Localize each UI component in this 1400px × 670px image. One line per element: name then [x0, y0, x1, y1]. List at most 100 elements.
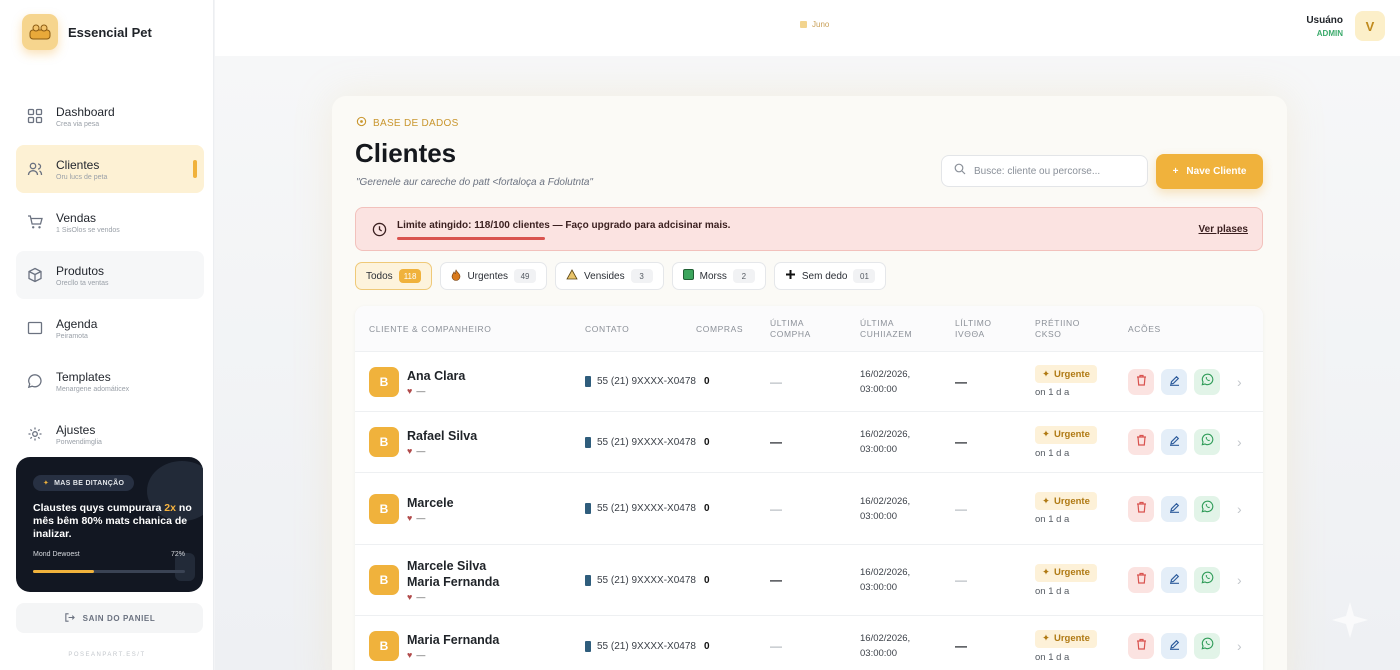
table-row[interactable]: B Rafael Silva ♥ —55 (21) 9XXXX-X0478 0—16/0… [355, 412, 1263, 473]
column-header[interactable]: ÚLTIMA COMPHA [770, 306, 832, 352]
client-name[interactable]: Marcele [407, 495, 454, 511]
status: ✦ Urgente on 1 d a [1035, 492, 1097, 525]
purchases-count: 0 [703, 376, 710, 387]
sidebar-item-clientes[interactable]: Clientes Oru lucs de peta [16, 145, 204, 193]
delete-button[interactable] [1128, 429, 1154, 455]
new-client-button[interactable]: + Nave Cliente [1156, 154, 1263, 189]
phone-icon [585, 574, 591, 586]
contact-cell: 55 (21) 9XXXX-X0478 0 [585, 352, 710, 411]
avatar[interactable]: V [1355, 11, 1385, 41]
filter-chip-vensides[interactable]: Vensides 3 [555, 262, 664, 290]
status: ✦ Urgente on 1 d a [1035, 365, 1097, 398]
trash-icon [1136, 500, 1147, 518]
status-badge: ✦ Urgente [1035, 629, 1097, 648]
date: 16/02/2026, [860, 429, 911, 440]
column-header[interactable]: LÍLTIMO IVΘΘΑ [955, 306, 1017, 352]
chevron-right-icon[interactable]: › [1237, 638, 1242, 654]
time: 03:00:00 [860, 510, 897, 522]
edit-button[interactable] [1161, 368, 1187, 395]
sidebar-item-vendas[interactable]: Vendas 1 SisOlos se vendos [16, 198, 204, 246]
sidebar-item-label: Clientes [56, 157, 100, 172]
column-header[interactable]: COMPRAS [696, 306, 776, 352]
whatsapp-button[interactable] [1194, 429, 1220, 455]
last-send-cell: — [955, 616, 967, 670]
edit-button[interactable] [1161, 429, 1187, 455]
chevron-right-icon[interactable]: › [1237, 434, 1242, 450]
filter-chip-sem-dedo[interactable]: Sem dedo 01 [773, 262, 887, 290]
sidebar-item-label: Ajustes [56, 422, 96, 437]
filter-chip-morss[interactable]: Morss 2 [671, 262, 766, 290]
pencil-icon [1169, 433, 1180, 451]
contact: 55 (21) 9XXXX-X0478 0 [585, 503, 710, 514]
chat-icon [26, 372, 44, 390]
promo-title-pre: Claustes quys cumpurara [33, 502, 165, 514]
phone-number[interactable]: 55 (21) 9XXXX-X0478 [597, 575, 696, 586]
promo-card[interactable]: ✦ MAS BE DITANÇÃO Claustes quys cumpurar… [16, 457, 203, 592]
phone-number[interactable]: 55 (21) 9XXXX-X0478 [597, 641, 696, 652]
last-contact-cell: 16/02/2026, 03:00:00 [860, 412, 910, 472]
client-name[interactable]: Rafael Silva [407, 428, 477, 444]
status-cell: ✦ Urgente on 1 d a [1035, 473, 1097, 544]
whatsapp-button[interactable] [1194, 567, 1220, 593]
edit-button[interactable] [1161, 495, 1187, 522]
table-row[interactable]: B Maria Fernanda ♥ —55 (21) 9XXXX-X0478 0—16… [355, 616, 1263, 670]
delete-button[interactable] [1128, 567, 1154, 593]
status-label: Urgente [1053, 495, 1090, 507]
status-label: Urgente [1053, 429, 1090, 440]
filter-count: 49 [514, 269, 537, 283]
new-client-label: Nave Cliente [1186, 166, 1247, 177]
table-row[interactable]: B Marcele ♥ —55 (21) 9XXXX-X0478 0—16/02/202… [355, 473, 1263, 545]
filter-count: 2 [732, 269, 755, 283]
chevron-right-icon[interactable]: › [1237, 374, 1242, 390]
logout-button[interactable]: SAIN DO PANIEL [16, 603, 203, 633]
chevron-right-icon[interactable]: › [1237, 572, 1242, 588]
sidebar-item-produtos[interactable]: Produtos Orecllo ta ventas [16, 251, 204, 299]
filter-chip-urgentes[interactable]: Urgentes 49 [440, 262, 548, 290]
column-header[interactable]: PRÉTIINO CKSO [1035, 306, 1097, 352]
table-row[interactable]: B Ana Clara ♥ —55 (21) 9XXXX-X0478 0—16/02/2… [355, 352, 1263, 412]
filter-chip-todos[interactable]: Todos 118 [355, 262, 433, 290]
client-name[interactable]: Ana Clara [407, 368, 465, 384]
heart-icon: ♥ [407, 650, 413, 660]
delete-button[interactable] [1128, 495, 1154, 522]
phone-number[interactable]: 55 (21) 9XXXX-X0478 [597, 437, 696, 448]
whatsapp-button[interactable] [1194, 495, 1220, 522]
whatsapp-button[interactable] [1194, 368, 1220, 395]
search-box[interactable] [941, 155, 1148, 187]
client-initial-badge: B [369, 631, 399, 661]
phone-number[interactable]: 55 (21) 9XXXX-X0478 [597, 376, 696, 387]
sidebar-item-text: Agenda Peiramota [56, 317, 97, 340]
status-since: on 1 d a [1035, 514, 1070, 525]
column-header[interactable]: CONTATO [585, 306, 665, 352]
edit-button[interactable] [1161, 567, 1187, 593]
chevron-right-icon[interactable]: › [1237, 501, 1242, 517]
sidebar-item-label: Templates [56, 369, 111, 384]
client-name[interactable]: Marcele Silva Maria Fernanda [407, 558, 499, 590]
client-pet: ♥ — [407, 650, 499, 660]
view-plans-link[interactable]: Ver plases [1199, 224, 1248, 235]
phone-number[interactable]: 55 (21) 9XXXX-X0478 [597, 503, 696, 514]
whatsapp-button[interactable] [1194, 633, 1220, 659]
client-name[interactable]: Maria Fernanda [407, 632, 499, 648]
edit-button[interactable] [1161, 633, 1187, 659]
user-menu[interactable]: Usuáno ADMIN V [1306, 11, 1385, 41]
promo-meta-label: Mond Dewoest [33, 551, 80, 558]
filter-label: Vensides [584, 270, 625, 282]
column-header[interactable]: CLIENTE & COMPANHEIRO [369, 306, 569, 352]
search-input[interactable] [974, 165, 1134, 177]
sidebar-item-ajustes[interactable]: Ajustes Porwendimglia [16, 410, 204, 458]
spark-icon: ✦ [43, 480, 50, 487]
table-row[interactable]: B Marcele Silva Maria Fernanda ♥ —55 (21) 9… [355, 545, 1263, 616]
promo-progress-fill [33, 570, 95, 573]
calendar-icon [26, 319, 44, 337]
date: 16/02/2026, [860, 495, 911, 507]
sidebar-item-templates[interactable]: Templates Menargene adomáticex [16, 357, 204, 405]
row-actions: › [1128, 429, 1242, 455]
delete-button[interactable] [1128, 633, 1154, 659]
column-header[interactable]: ÚLTIMA CUHIIAZEM [860, 306, 922, 352]
brand[interactable]: Essencial Pet [22, 14, 152, 50]
filter-label: Morss [699, 270, 727, 282]
sidebar-item-dashboard[interactable]: Dashboard Crea via pesa [16, 92, 204, 140]
delete-button[interactable] [1128, 368, 1154, 395]
sidebar-item-agenda[interactable]: Agenda Peiramota [16, 304, 204, 352]
